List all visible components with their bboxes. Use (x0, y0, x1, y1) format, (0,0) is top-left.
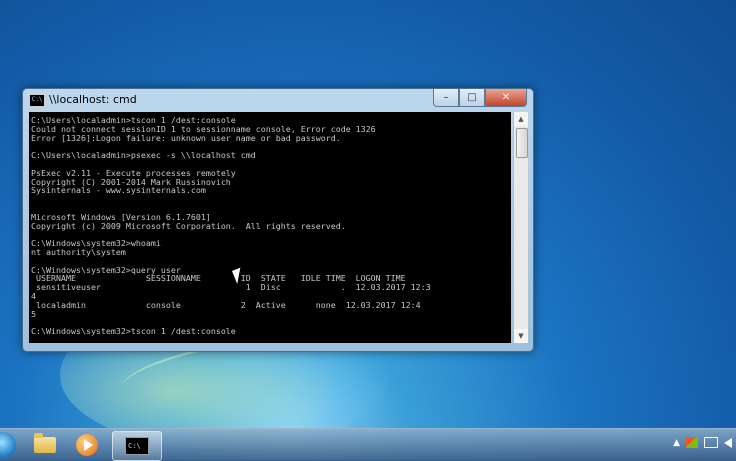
cmd-window[interactable]: C:\ \\localhost: cmd – □ ✕ C:\Users\loca… (22, 88, 534, 352)
scroll-down-arrow-icon[interactable]: ▼ (514, 329, 528, 343)
console-output: C:\Users\localadmin>tscon 1 /dest:consol… (31, 115, 431, 337)
taskbar: C:\ ▲ (0, 428, 736, 461)
system-tray: ▲ (673, 437, 732, 448)
cmd-window-icon[interactable]: C:\ (29, 94, 45, 107)
window-controls: – □ ✕ (433, 89, 527, 107)
taskbar-cmd-button[interactable]: C:\ (112, 431, 162, 461)
window-titlebar[interactable]: C:\ \\localhost: cmd – □ ✕ (23, 89, 533, 111)
close-button[interactable]: ✕ (485, 89, 527, 107)
vertical-scrollbar[interactable]: ▲ ▼ (513, 112, 528, 343)
cmd-icon: C:\ (125, 437, 149, 455)
network-icon[interactable] (704, 437, 718, 448)
console-area[interactable]: C:\Users\localadmin>tscon 1 /dest:consol… (29, 112, 511, 343)
start-orb-icon[interactable] (0, 432, 16, 458)
window-title: \\localhost: cmd (49, 93, 137, 106)
folder-icon (34, 433, 56, 453)
minimize-button[interactable]: – (433, 89, 459, 107)
tray-expand-icon[interactable]: ▲ (673, 438, 680, 448)
media-player-icon (76, 434, 98, 456)
maximize-button[interactable]: □ (459, 89, 485, 107)
scroll-up-arrow-icon[interactable]: ▲ (514, 112, 528, 126)
taskbar-media-player-button[interactable] (68, 431, 106, 459)
volume-icon[interactable] (724, 437, 732, 448)
taskbar-explorer-button[interactable] (26, 431, 64, 459)
scroll-thumb[interactable] (516, 128, 528, 158)
action-center-flag-icon[interactable] (686, 437, 698, 448)
